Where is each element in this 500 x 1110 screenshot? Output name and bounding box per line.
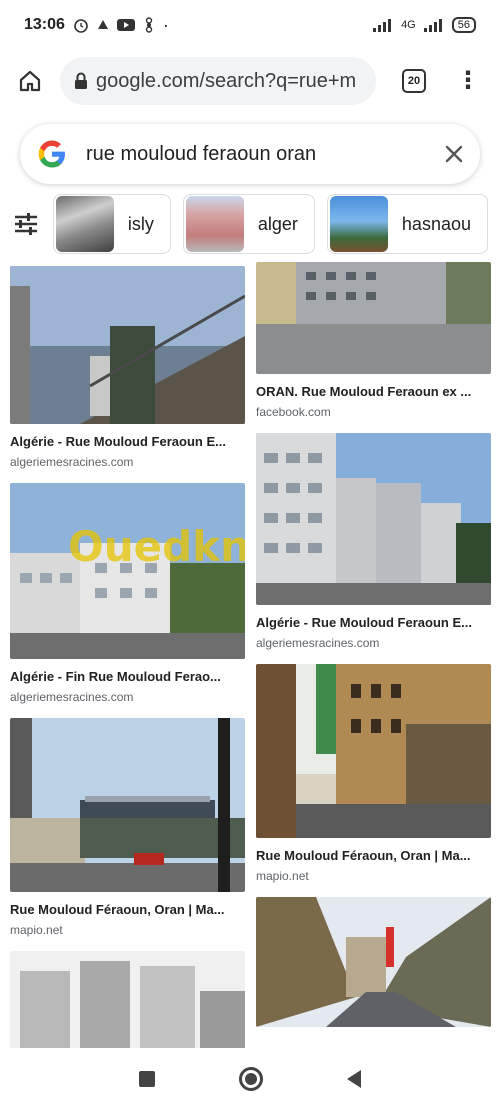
chip-label: alger (257, 213, 298, 234)
recent-apps-button[interactable] (139, 1071, 155, 1087)
youtube-icon (116, 19, 135, 31)
results-column-right: ORAN. Rue Mouloud Feraoun ex ... faceboo… (256, 262, 491, 1041)
result-title: Algérie - Fin Rue Mouloud Ferao... (10, 669, 221, 684)
chip-thumbnail (55, 196, 114, 252)
back-button[interactable] (347, 1070, 361, 1088)
result-thumbnail[interactable]: Ouedkniss (10, 483, 245, 659)
home-button[interactable] (0, 69, 60, 93)
image-result[interactable]: ORAN. Rue Mouloud Feraoun ex ... faceboo… (256, 262, 491, 419)
lock-icon (74, 72, 88, 90)
result-source: algeriemesracines.com (256, 636, 380, 650)
chip-thumbnail (185, 196, 244, 252)
status-icons: · (73, 16, 169, 34)
status-bar: 13:06 · 4G 56 (0, 0, 500, 50)
fan-icon (145, 17, 153, 33)
result-thumbnail[interactable] (256, 262, 491, 374)
result-source: mapio.net (256, 869, 309, 883)
chip-hasnaoui[interactable]: hasnaou (326, 194, 488, 254)
chip-alger[interactable]: alger (182, 194, 315, 254)
signal-icon (373, 19, 392, 32)
network-type: 4G (401, 19, 416, 31)
chip-thumbnail (329, 196, 388, 252)
result-thumbnail[interactable] (256, 897, 491, 1027)
system-navigation-bar (0, 1048, 500, 1110)
result-source: facebook.com (256, 405, 331, 419)
image-result[interactable]: Algérie - Rue Mouloud Feraoun E... alger… (10, 266, 245, 469)
result-title: Rue Mouloud Féraoun, Oran | Ma... (256, 848, 471, 863)
image-result[interactable]: Rue Mouloud Féraoun, Oran | Ma... mapio.… (256, 664, 491, 883)
google-logo-icon (36, 138, 68, 170)
result-thumbnail[interactable] (10, 718, 245, 892)
chip-isly[interactable]: isly (52, 194, 171, 254)
menu-icon[interactable]: ⋮ (456, 69, 480, 93)
battery-indicator: 56 (451, 17, 476, 33)
chip-label: hasnaou (401, 213, 471, 234)
more-notifications-dot: · (162, 15, 169, 35)
status-right: 4G 56 (373, 17, 476, 33)
image-result[interactable]: Algérie - Rue Mouloud Feraoun E... alger… (256, 433, 491, 650)
home-system-button[interactable] (239, 1067, 263, 1091)
watermark-logo: Ouedkniss (68, 522, 245, 571)
results-column-left: Algérie - Rue Mouloud Feraoun E... alger… (10, 262, 245, 1048)
home-icon (19, 70, 41, 92)
result-thumbnail[interactable] (256, 664, 491, 838)
address-bar[interactable]: google.com/search?q=rue+m (60, 57, 376, 105)
result-thumbnail[interactable] (10, 266, 245, 424)
image-result[interactable] (10, 951, 245, 1048)
chip-label: isly (127, 213, 154, 234)
app-notification-icon (97, 20, 108, 29)
result-thumbnail[interactable] (10, 951, 245, 1048)
status-time: 13:06 (24, 16, 65, 33)
clear-icon[interactable] (444, 144, 464, 164)
result-title: Algérie - Rue Mouloud Feraoun E... (256, 615, 472, 630)
browser-toolbar: google.com/search?q=rue+m 20 ⋮ (0, 50, 500, 112)
image-result[interactable]: Ouedkniss Algérie - Fin Rue Mouloud Fera… (10, 483, 245, 704)
signal-icon-2 (423, 19, 442, 32)
search-box[interactable]: rue mouloud feraoun oran (20, 124, 480, 184)
alarm-icon (74, 19, 88, 33)
related-chips: isly alger hasnaou (0, 192, 500, 256)
result-source: algeriemesracines.com (10, 455, 134, 469)
result-title: ORAN. Rue Mouloud Feraoun ex ... (256, 384, 472, 399)
search-query[interactable]: rue mouloud feraoun oran (86, 143, 444, 166)
result-source: algeriemesracines.com (10, 690, 134, 704)
filter-button[interactable] (0, 212, 53, 236)
image-results-grid: Algérie - Rue Mouloud Feraoun E... alger… (0, 262, 500, 1048)
result-thumbnail[interactable] (256, 433, 491, 605)
image-result[interactable]: Rue Mouloud Féraoun, Oran | Ma... mapio.… (10, 718, 245, 937)
result-title: Algérie - Rue Mouloud Feraoun E... (10, 434, 226, 449)
result-title: Rue Mouloud Féraoun, Oran | Ma... (10, 902, 225, 917)
tune-icon (15, 213, 38, 235)
result-source: mapio.net (10, 923, 63, 937)
tab-switcher-button[interactable]: 20 (402, 69, 426, 93)
image-result[interactable] (256, 897, 491, 1027)
url-text: google.com/search?q=rue+m (96, 69, 357, 92)
